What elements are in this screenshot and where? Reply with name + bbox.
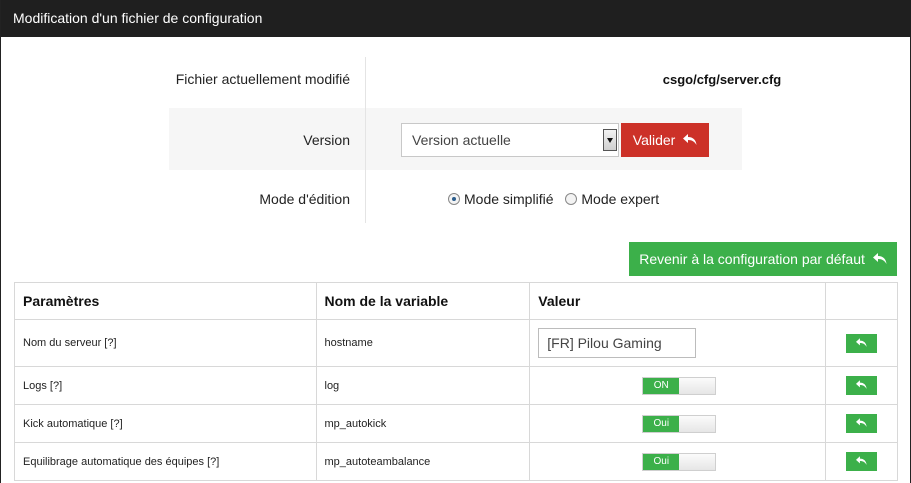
action-cell bbox=[825, 366, 898, 405]
variable-name: mp_autokick bbox=[315, 404, 531, 443]
validate-label: Valider bbox=[632, 132, 676, 148]
hostname-input[interactable]: [FR] Pilou Gaming bbox=[538, 328, 697, 358]
variable-name: mp_autoteambalance bbox=[315, 442, 531, 481]
reply-arrow-icon bbox=[683, 134, 697, 145]
column-header-parameters: Paramètres bbox=[14, 282, 317, 320]
value-cell: Oui bbox=[529, 442, 827, 481]
mode-label: Mode d'édition bbox=[259, 191, 350, 207]
reply-arrow-icon bbox=[856, 380, 867, 389]
mode-simple-radio[interactable] bbox=[448, 193, 460, 205]
table-row: Equilibrage automatique des équipes [?] … bbox=[14, 442, 898, 481]
mode-expert-radio[interactable] bbox=[565, 193, 578, 205]
variable-name: log bbox=[315, 366, 531, 405]
param-name: Logs [?] bbox=[14, 366, 317, 405]
reply-arrow-icon bbox=[856, 337, 867, 347]
mode-simple-option[interactable]: Mode simplifié bbox=[448, 190, 553, 208]
action-cell bbox=[825, 404, 898, 443]
reply-arrow-icon bbox=[872, 253, 887, 264]
chevron-down-icon[interactable] bbox=[603, 129, 617, 151]
mode-expert-option[interactable]: Mode expert bbox=[565, 190, 659, 208]
reset-default-button[interactable]: Revenir à la configuration par défaut bbox=[629, 242, 897, 276]
action-cell bbox=[825, 442, 898, 481]
file-label: Fichier actuellement modifié bbox=[175, 71, 350, 87]
form-divider bbox=[365, 57, 366, 223]
file-value: csgo/cfg/server.cfg bbox=[662, 72, 782, 87]
log-toggle[interactable]: ON bbox=[642, 376, 717, 395]
reset-row-button[interactable] bbox=[846, 376, 878, 395]
table-row: Nom du serveur [?] hostname [FR] Pilou G… bbox=[14, 319, 898, 367]
version-select[interactable]: Version actuelle bbox=[401, 123, 619, 157]
column-header-value: Valeur bbox=[529, 282, 827, 320]
validate-button[interactable]: Valider bbox=[621, 123, 709, 157]
value-cell: [FR] Pilou Gaming bbox=[529, 319, 827, 367]
table-row: Kick automatique [?] mp_autokick Oui bbox=[14, 404, 898, 443]
table-row: Logs [?] log ON bbox=[14, 366, 898, 405]
action-cell bbox=[825, 319, 898, 367]
autoteambalance-toggle[interactable]: Oui bbox=[642, 452, 717, 471]
table-header-row: Paramètres Nom de la variable Valeur bbox=[14, 282, 898, 320]
toggle-on-label: Oui bbox=[643, 453, 680, 470]
column-header-actions bbox=[825, 282, 898, 320]
config-table: Paramètres Nom de la variable Valeur Nom… bbox=[14, 282, 898, 481]
param-name: Kick automatique [?] bbox=[14, 404, 317, 443]
param-name: Equilibrage automatique des équipes [?] bbox=[14, 442, 317, 481]
panel-title: Modification d'un fichier de configurati… bbox=[1, 0, 911, 37]
value-cell: Oui bbox=[529, 404, 827, 443]
toggle-on-label: Oui bbox=[643, 415, 680, 432]
reset-row-button[interactable] bbox=[846, 333, 878, 353]
value-cell: ON bbox=[529, 366, 827, 405]
param-name: Nom du serveur [?] bbox=[14, 319, 317, 367]
file-row: Fichier actuellement modifié csgo/cfg/se… bbox=[169, 48, 782, 108]
mode-expert-label: Mode expert bbox=[581, 191, 660, 207]
mode-radio-group: Mode simplifié Mode expert bbox=[448, 190, 667, 208]
column-header-variable: Nom de la variable bbox=[315, 282, 531, 320]
reply-arrow-icon bbox=[856, 456, 867, 465]
reset-row-button[interactable] bbox=[846, 452, 878, 471]
mode-simple-label: Mode simplifié bbox=[464, 191, 554, 207]
autokick-toggle[interactable]: Oui bbox=[642, 414, 717, 433]
reset-row-button[interactable] bbox=[846, 414, 878, 433]
version-label: Version bbox=[303, 132, 350, 148]
version-select-value: Version actuelle bbox=[412, 132, 511, 148]
reset-default-label: Revenir à la configuration par défaut bbox=[639, 251, 865, 267]
variable-name: hostname bbox=[315, 319, 531, 367]
reply-arrow-icon bbox=[856, 418, 867, 427]
config-panel: Modification d'un fichier de configurati… bbox=[0, 0, 911, 483]
toggle-on-label: ON bbox=[643, 377, 680, 394]
